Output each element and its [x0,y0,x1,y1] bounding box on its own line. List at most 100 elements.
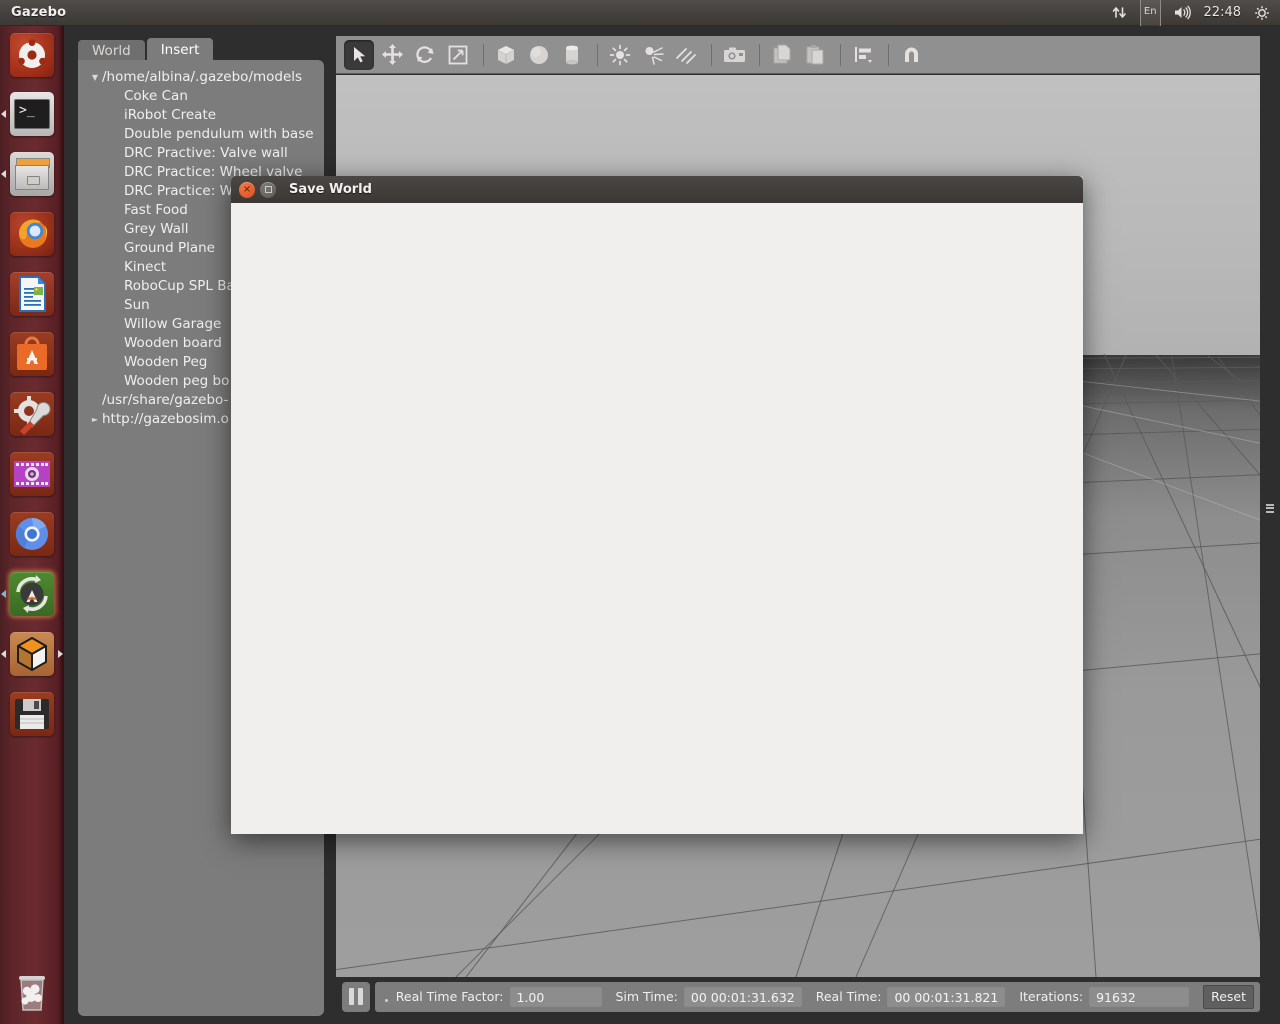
tree-item-label: DRC Practive: Valve wall [124,145,288,161]
tree-item-label: RoboCup SPL Ba [124,278,235,294]
scale-tool-button[interactable] [443,40,473,70]
toolbar-separator [759,43,760,66]
tree-item-models-root[interactable]: ▼ /home/albina/.gazebo/models [78,68,324,87]
network-updown-icon[interactable] [1112,0,1127,26]
document-icon [10,272,54,316]
translate-tool-button[interactable] [377,40,407,70]
tree-item-label: Grey Wall [124,221,189,237]
tree-item-double-pendulum[interactable]: Double pendulum with base [78,125,324,144]
trash-bin-icon [10,970,54,1014]
app-menu-title[interactable]: Gazebo [11,5,66,20]
status-fields: Real Time Factor: 1.00 Sim Time: 00 00:0… [374,981,1260,1012]
tree-item-label: /home/albina/.gazebo/models [102,69,303,85]
insert-sphere-button[interactable] [524,40,554,70]
chevron-down-icon[interactable]: ▼ [88,68,102,87]
tree-item-label: Wooden Peg [124,354,208,370]
screenshot-button[interactable] [719,40,749,70]
volume-icon[interactable] [1174,0,1191,26]
reset-button[interactable]: Reset [1203,984,1254,1009]
launcher-item-libreoffice-writer[interactable] [0,264,64,324]
floppy-disk-icon [10,692,54,736]
pause-button[interactable] [342,981,370,1012]
save-world-dialog: × Save World [231,176,1083,834]
chevron-right-icon[interactable]: ► [88,410,102,429]
iterations-value: 91632 [1089,986,1190,1007]
toolbar-separator [840,43,841,66]
sim-time-value: 00 00:01:31.632 [683,986,802,1007]
status-dot-icon [384,998,388,1002]
focused-indicator [58,650,63,658]
update-refresh-icon [10,572,54,616]
tree-item-label: Wooden board [124,335,222,351]
launcher-item-firefox[interactable] [0,204,64,264]
splitter-mark [1266,507,1274,509]
launcher-item-ubuntu-software[interactable] [0,324,64,384]
insert-cylinder-button[interactable] [557,40,587,70]
launcher-item-software-updater[interactable] [0,564,64,624]
launcher-item-chromium[interactable] [0,504,64,564]
toolbar-separator [483,43,484,66]
launcher-item-terminal[interactable]: >_ [0,84,64,144]
close-icon[interactable]: × [239,181,255,198]
tree-item-label: iRobot Create [124,107,217,123]
tree-item-label: Coke Can [124,88,188,104]
launcher-item-files[interactable] [0,144,64,204]
tab-world[interactable]: World [78,40,145,62]
real-time-label: Real Time: [815,989,882,1004]
running-indicator [1,590,6,598]
select-tool-button[interactable] [344,39,374,70]
software-bag-icon [10,332,54,376]
tree-item-label: http://gazebosim.o [102,411,229,427]
splitter-mark [1266,510,1274,513]
tree-item-irobot-create[interactable]: iRobot Create [78,106,324,125]
copy-button[interactable] [767,40,797,70]
iterations-label: Iterations: [1019,989,1084,1004]
real-time-factor-label: Real Time Factor: [395,989,504,1004]
tree-item-label: Willow Garage [124,316,222,332]
unity-launcher: >_ [0,26,64,1024]
gazebo-cube-icon [10,632,54,676]
real-time-value: 00 00:01:31.821 [887,986,1006,1007]
tree-item-label: DRC Practice: W [124,183,233,199]
tree-item-drc-valve-wall[interactable]: DRC Practive: Valve wall [78,144,324,163]
firefox-icon [10,212,54,256]
snap-button[interactable] [896,40,926,70]
right-panel-splitter[interactable] [1260,36,1280,980]
tree-item-label: /usr/share/gazebo- [102,392,229,408]
toolbar-separator [597,43,598,66]
pause-bar-left [348,988,354,1005]
toolbar-separator [711,43,712,66]
launcher-item-media-player[interactable] [0,444,64,504]
tab-insert[interactable]: Insert [146,38,214,62]
launcher-item-save-disk[interactable] [0,684,64,744]
running-indicator [1,110,6,118]
dialog-titlebar[interactable]: × Save World [231,176,1083,203]
status-bar: Real Time Factor: 1.00 Sim Time: 00 00:0… [336,977,1260,1016]
align-button[interactable] [848,40,878,70]
clock[interactable]: 22:48 [1204,0,1241,26]
dialog-title: Save World [289,182,372,197]
insert-box-button[interactable] [491,40,521,70]
launcher-item-ubuntu-dash[interactable] [0,26,64,84]
sim-time-label: Sim Time: [615,989,678,1004]
launcher-item-gazebo[interactable] [0,624,64,684]
toolbar-separator [888,43,889,66]
insert-point-light-button[interactable] [605,40,635,70]
session-gear-icon[interactable] [1254,0,1270,26]
tree-item-label: Kinect [124,259,167,275]
insert-directional-light-button[interactable] [671,40,701,70]
launcher-item-system-settings[interactable] [0,384,64,444]
pause-bar-right [357,988,363,1005]
insert-spot-light-button[interactable] [638,40,668,70]
tree-item-coke-can[interactable]: Coke Can [78,87,324,106]
launcher-item-trash[interactable] [0,962,64,1022]
tree-item-label: Wooden peg bo [124,373,230,389]
rotate-tool-button[interactable] [410,40,440,70]
tree-item-label: Sun [124,297,150,313]
real-time-factor-value: 1.00 [509,986,602,1007]
system-tray: En 22:48 [1112,0,1270,27]
ubuntu-logo-icon [10,33,54,77]
paste-button[interactable] [800,40,830,70]
keyboard-layout-indicator[interactable]: En [1139,0,1161,27]
maximize-icon[interactable] [260,181,276,198]
